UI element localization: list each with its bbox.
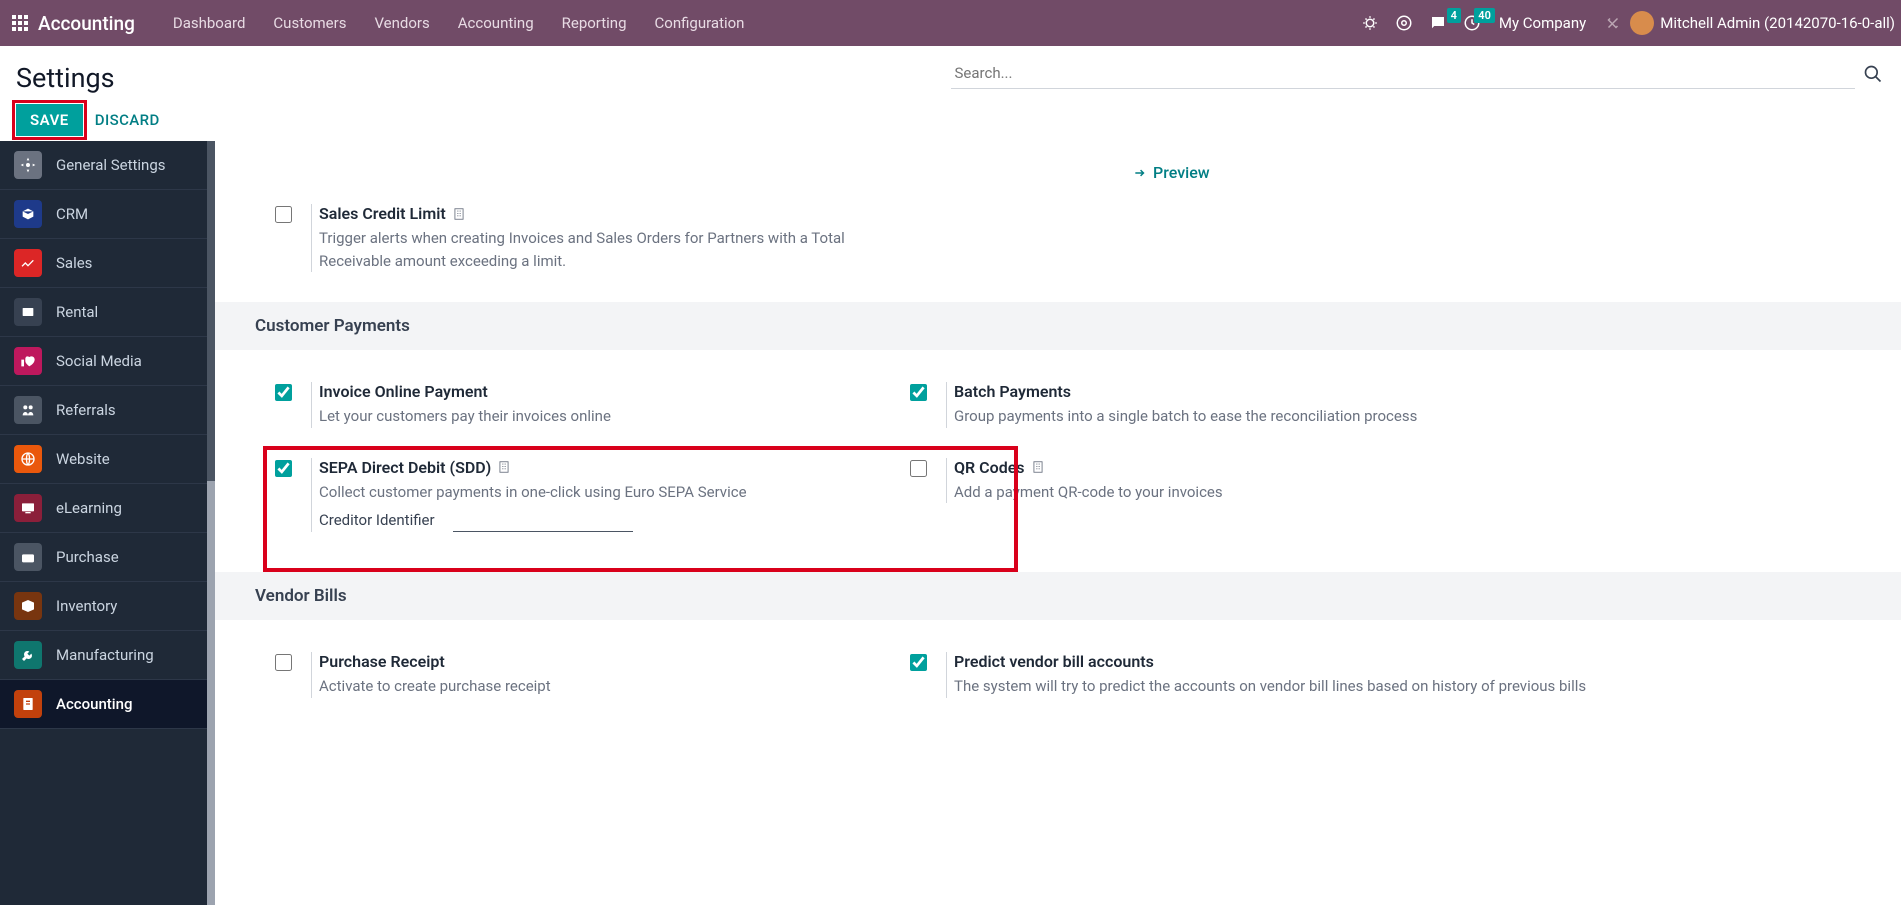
sidebar-item-accounting[interactable]: Accounting bbox=[0, 680, 215, 729]
checkbox-predict[interactable] bbox=[910, 654, 927, 671]
setting-desc: The system will try to predict the accou… bbox=[954, 675, 1881, 698]
setting-invoice-online: Invoice Online Payment Let your customer… bbox=[215, 382, 880, 458]
checkbox-sales-credit[interactable] bbox=[275, 206, 292, 223]
activities-icon[interactable]: 40 bbox=[1457, 14, 1487, 32]
preview-link[interactable]: Preview bbox=[1123, 141, 1220, 204]
sidebar-item-label: eLearning bbox=[56, 499, 122, 517]
sidebar-item-website[interactable]: Website bbox=[0, 435, 215, 484]
app-name[interactable]: Accounting bbox=[38, 12, 135, 35]
checkbox-batch[interactable] bbox=[910, 384, 927, 401]
user-menu[interactable]: Mitchell Admin (20142070-16-0-all) bbox=[1630, 11, 1895, 35]
sidebar-item-label: General Settings bbox=[56, 156, 166, 174]
save-button[interactable]: SAVE bbox=[16, 104, 83, 136]
setting-title: Predict vendor bill accounts bbox=[954, 652, 1881, 671]
setting-title: Sales Credit Limit bbox=[319, 204, 446, 223]
setting-title: Invoice Online Payment bbox=[319, 382, 860, 401]
bug-icon[interactable] bbox=[1355, 14, 1385, 32]
page-title: Settings bbox=[16, 62, 951, 94]
setting-title: Batch Payments bbox=[954, 382, 1881, 401]
nav-reporting[interactable]: Reporting bbox=[548, 14, 641, 32]
sidebar-item-label: Manufacturing bbox=[56, 646, 154, 664]
section-vendor-bills: Vendor Bills bbox=[215, 572, 1901, 620]
nav-accounting[interactable]: Accounting bbox=[444, 14, 548, 32]
tools-icon[interactable] bbox=[1598, 14, 1628, 32]
setting-desc: Add a payment QR-code to your invoices bbox=[954, 481, 1881, 504]
sidebar-item-label: Sales bbox=[56, 254, 92, 272]
discard-button[interactable]: DISCARD bbox=[95, 111, 160, 129]
setting-sdd: SEPA Direct Debit (SDD) Collect customer… bbox=[215, 458, 880, 563]
sidebar-item-inventory[interactable]: Inventory bbox=[0, 582, 215, 631]
sidebar-item-label: Inventory bbox=[56, 597, 117, 615]
search-icon[interactable] bbox=[1863, 64, 1885, 84]
sidebar-item-purchase[interactable]: Purchase bbox=[0, 533, 215, 582]
nav-vendors[interactable]: Vendors bbox=[360, 14, 443, 32]
sidebar-item-label: Rental bbox=[56, 303, 98, 321]
control-panel: Settings SAVE DISCARD bbox=[0, 46, 1901, 141]
checkbox-sdd[interactable] bbox=[275, 460, 292, 477]
settings-panel: Preview Sales Credit Limit Trigger alert… bbox=[215, 141, 1901, 905]
company-selector[interactable]: My Company bbox=[1499, 14, 1586, 32]
nav-configuration[interactable]: Configuration bbox=[641, 14, 759, 32]
apps-grid-icon[interactable] bbox=[6, 9, 34, 37]
setting-desc: Collect customer payments in one-click u… bbox=[319, 481, 860, 504]
search-input[interactable] bbox=[951, 58, 1856, 89]
sidebar-item-label: Accounting bbox=[56, 695, 132, 713]
setting-title: QR Codes bbox=[954, 458, 1025, 477]
checkbox-invoice-online[interactable] bbox=[275, 384, 292, 401]
setting-desc: Activate to create purchase receipt bbox=[319, 675, 860, 698]
sidebar-item-referrals[interactable]: Referrals bbox=[0, 386, 215, 435]
sidebar-item-sales[interactable]: Sales bbox=[0, 239, 215, 288]
messages-icon[interactable]: 4 bbox=[1423, 14, 1453, 32]
setting-batch-payments: Batch Payments Group payments into a sin… bbox=[880, 382, 1901, 458]
sidebar-item-general[interactable]: General Settings bbox=[0, 141, 215, 190]
sidebar-item-crm[interactable]: CRM bbox=[0, 190, 215, 239]
nav-customers[interactable]: Customers bbox=[259, 14, 360, 32]
building-icon bbox=[452, 207, 466, 221]
settings-sidebar: General Settings CRM Sales Rental Social… bbox=[0, 141, 215, 905]
top-navbar: Accounting Dashboard Customers Vendors A… bbox=[0, 0, 1901, 46]
sidebar-item-manufacturing[interactable]: Manufacturing bbox=[0, 631, 215, 680]
setting-predict: Predict vendor bill accounts The system … bbox=[880, 652, 1901, 728]
scrollbar-thumb[interactable] bbox=[207, 141, 215, 481]
sidebar-item-label: Website bbox=[56, 450, 110, 468]
creditor-label: Creditor Identifier bbox=[319, 511, 439, 532]
sidebar-item-rental[interactable]: Rental bbox=[0, 288, 215, 337]
setting-title: SEPA Direct Debit (SDD) bbox=[319, 458, 491, 477]
avatar bbox=[1630, 11, 1654, 35]
preview-label: Preview bbox=[1153, 163, 1210, 182]
sidebar-item-social[interactable]: Social Media bbox=[0, 337, 215, 386]
sidebar-item-label: Purchase bbox=[56, 548, 119, 566]
setting-desc: Trigger alerts when creating Invoices an… bbox=[319, 227, 860, 272]
checkbox-receipt[interactable] bbox=[275, 654, 292, 671]
setting-desc: Let your customers pay their invoices on… bbox=[319, 405, 860, 428]
setting-receipt: Purchase Receipt Activate to create purc… bbox=[215, 652, 880, 728]
setting-title: Purchase Receipt bbox=[319, 652, 860, 671]
sidebar-item-elearning[interactable]: eLearning bbox=[0, 484, 215, 533]
creditor-input[interactable] bbox=[453, 511, 633, 532]
section-customer-payments: Customer Payments bbox=[215, 302, 1901, 350]
activities-badge: 40 bbox=[1474, 8, 1495, 23]
user-name: Mitchell Admin (20142070-16-0-all) bbox=[1660, 14, 1895, 32]
sidebar-item-label: Referrals bbox=[56, 401, 116, 419]
arrow-right-icon bbox=[1133, 166, 1147, 180]
sidebar-item-label: CRM bbox=[56, 205, 88, 223]
nav-dashboard[interactable]: Dashboard bbox=[159, 14, 260, 32]
building-icon bbox=[497, 460, 511, 474]
setting-desc: Group payments into a single batch to ea… bbox=[954, 405, 1881, 428]
building-icon bbox=[1031, 460, 1045, 474]
sidebar-item-label: Social Media bbox=[56, 352, 142, 370]
setting-sales-credit: Sales Credit Limit Trigger alerts when c… bbox=[215, 204, 880, 302]
support-icon[interactable] bbox=[1389, 14, 1419, 32]
setting-qr: QR Codes Add a payment QR-code to your i… bbox=[880, 458, 1901, 534]
checkbox-qr[interactable] bbox=[910, 460, 927, 477]
